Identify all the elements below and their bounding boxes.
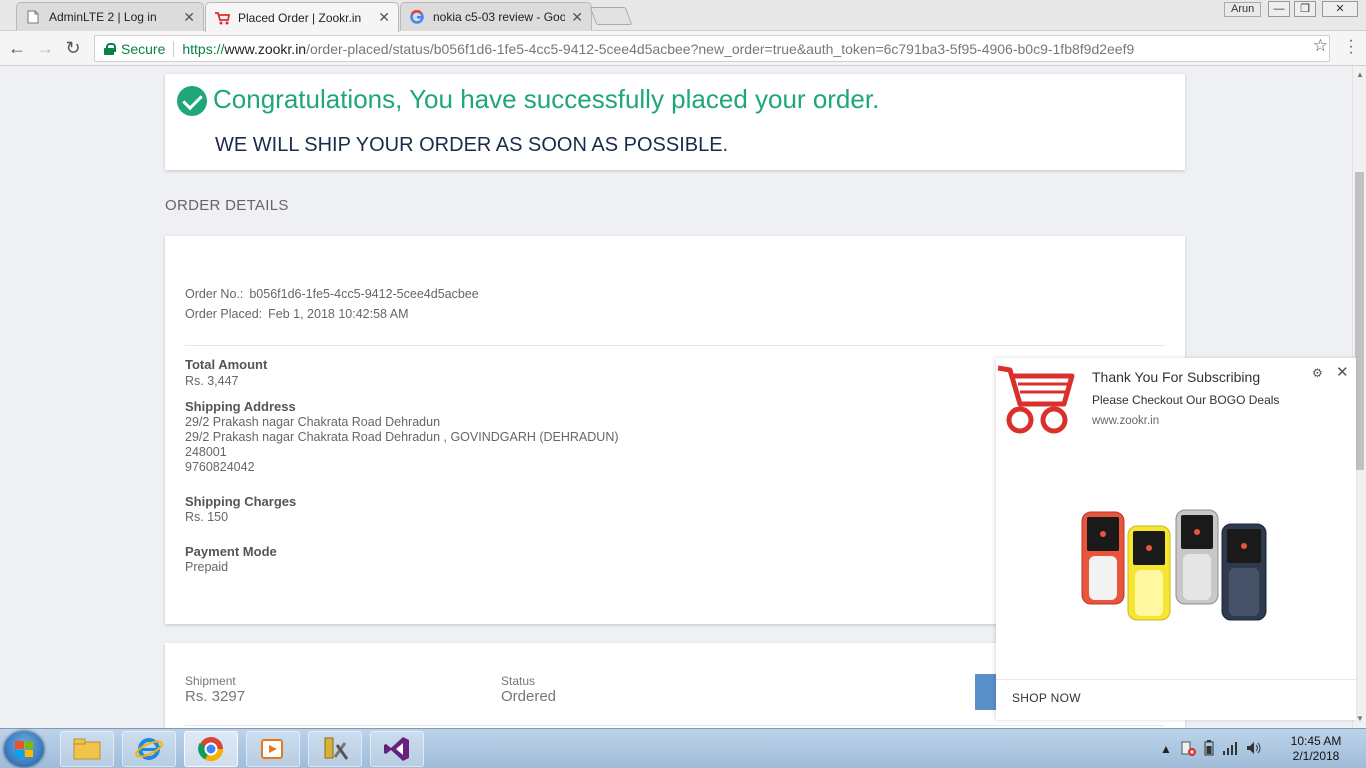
payment-mode-label: Payment Mode — [185, 544, 277, 559]
new-tab-button[interactable] — [589, 7, 633, 25]
chrome-icon[interactable] — [184, 731, 238, 767]
tools-icon[interactable] — [308, 731, 362, 767]
success-card: Congratulations, You have successfully p… — [165, 74, 1185, 170]
forward-icon[interactable]: → — [34, 37, 56, 59]
status-label: Status — [501, 674, 536, 688]
status-value: Ordered — [501, 688, 557, 705]
order-number: b056f1d6-1fe5-4cc5-9412-5cee4d5acbee — [249, 287, 479, 301]
divider — [173, 40, 175, 57]
close-icon[interactable]: ✕ — [378, 9, 390, 26]
tab-adminlte[interactable]: AdminLTE 2 | Log in ✕ — [16, 2, 204, 31]
lock-icon — [103, 42, 116, 55]
url-path: /order-placed/status/b056f1d6-1fe5-4cc5-… — [306, 40, 1135, 57]
cart-icon — [214, 10, 230, 26]
tab-strip: AdminLTE 2 | Log in ✕ Placed Order | Zoo… — [0, 0, 1366, 32]
document-icon — [25, 9, 41, 25]
minimize-icon[interactable]: — — [1268, 1, 1290, 17]
close-icon[interactable]: ✕ — [1336, 363, 1349, 381]
notification-body: Please Checkout Our BOGO Deals — [1092, 393, 1280, 407]
notification-title: Thank You For Subscribing — [1092, 369, 1261, 385]
tab-title: AdminLTE 2 | Log in — [49, 10, 157, 24]
scroll-down-icon[interactable]: ▼ — [1356, 714, 1364, 723]
address-pincode: 248001 — [185, 445, 227, 459]
success-headline: Congratulations, You have successfully p… — [213, 84, 880, 114]
close-icon[interactable]: ✕ — [571, 9, 583, 26]
bookmark-star-icon[interactable]: ☆ — [1313, 36, 1328, 56]
google-icon — [409, 9, 425, 25]
order-number-label: Order No.: — [185, 287, 244, 301]
shipping-message: WE WILL SHIP YOUR ORDER AS SOON AS POSSI… — [215, 134, 729, 156]
reload-icon[interactable]: ↻ — [62, 37, 84, 59]
scroll-up-icon[interactable]: ▲ — [1356, 70, 1364, 79]
notification-site: www.zookr.in — [1092, 415, 1160, 427]
visual-studio-icon[interactable] — [370, 731, 424, 767]
divider — [185, 345, 1165, 346]
ie-icon[interactable] — [122, 731, 176, 767]
restore-icon[interactable]: ❐ — [1294, 1, 1316, 17]
cart-icon — [997, 365, 1075, 434]
gear-icon[interactable]: ⚙ — [1312, 366, 1323, 380]
total-amount-value: Rs. 3,447 — [185, 374, 239, 388]
taskbar: ▲ 10:45 AM 2/1/2018 — [0, 728, 1366, 768]
system-tray: ▲ — [1160, 729, 1262, 768]
action-center-icon[interactable] — [1180, 740, 1196, 759]
address-bar[interactable]: Secure https://www.zookr.in/order-placed… — [94, 35, 1330, 62]
divider — [185, 725, 1165, 726]
tab-google-search[interactable]: nokia c5-03 review - Goo ✕ — [400, 2, 592, 31]
explorer-icon[interactable] — [60, 731, 114, 767]
order-placed-label: Order Placed: — [185, 307, 263, 321]
start-button[interactable] — [4, 731, 44, 767]
browser-toolbar: ← → ↻ Secure https://www.zookr.in/order-… — [0, 31, 1366, 66]
payment-mode-value: Prepaid — [185, 560, 229, 574]
profile-button[interactable]: Arun — [1224, 2, 1262, 17]
address-line-2: 29/2 Prakash nagar Chakrata Road Dehradu… — [185, 430, 619, 444]
shipping-charges-label: Shipping Charges — [185, 494, 297, 509]
browser-menu-icon[interactable]: · · · — [1346, 33, 1356, 61]
order-details-heading: ORDER DETAILS — [165, 197, 289, 214]
url-scheme: https:// — [182, 40, 225, 57]
order-placed-row: Order Placed: Feb 1, 2018 10:42:58 AM — [185, 307, 409, 321]
check-circle-icon — [177, 86, 207, 116]
clock-time: 10:45 AM — [1290, 734, 1342, 748]
close-icon[interactable]: ✕ — [183, 9, 195, 26]
tab-placed-order[interactable]: Placed Order | Zookr.in ✕ — [205, 2, 399, 32]
tray-expand-icon[interactable]: ▲ — [1160, 742, 1172, 756]
shipment-label: Shipment — [185, 674, 236, 688]
network-icon[interactable] — [1222, 741, 1238, 758]
phones-image — [1081, 509, 1267, 621]
tab-title: nokia c5-03 review - Goo — [433, 10, 566, 24]
order-number-row: Order No.: b056f1d6-1fe5-4cc5-9412-5cee4d… — [185, 287, 479, 301]
subscription-notification[interactable]: Thank You For Subscribing Please Checkou… — [996, 358, 1356, 720]
battery-icon[interactable] — [1204, 739, 1214, 759]
scroll-thumb[interactable] — [1355, 172, 1364, 470]
close-window-icon[interactable]: ✕ — [1322, 1, 1358, 17]
shipping-charges-value: Rs. 150 — [185, 510, 229, 524]
windows-logo-icon — [15, 741, 33, 757]
back-icon[interactable]: ← — [6, 37, 28, 59]
volume-icon[interactable] — [1246, 741, 1262, 758]
divider — [996, 679, 1356, 680]
secure-label: Secure — [121, 40, 166, 57]
clock[interactable]: 10:45 AM 2/1/2018 — [1286, 734, 1346, 764]
shop-now-button[interactable]: SHOP NOW — [1012, 691, 1081, 705]
total-amount-label: Total Amount — [185, 357, 268, 372]
address-line-1: 29/2 Prakash nagar Chakrata Road Dehradu… — [185, 415, 441, 429]
tab-title: Placed Order | Zookr.in — [238, 10, 362, 25]
url-host: www.zookr.in — [224, 40, 307, 57]
clock-date: 2/1/2018 — [1292, 749, 1340, 763]
shipment-value: Rs. 3297 — [185, 688, 246, 705]
media-player-icon[interactable] — [246, 731, 300, 767]
order-placed-date: Feb 1, 2018 10:42:58 AM — [268, 307, 409, 321]
address-phone: 9760824042 — [185, 460, 255, 474]
shipping-address-label: Shipping Address — [185, 399, 296, 414]
